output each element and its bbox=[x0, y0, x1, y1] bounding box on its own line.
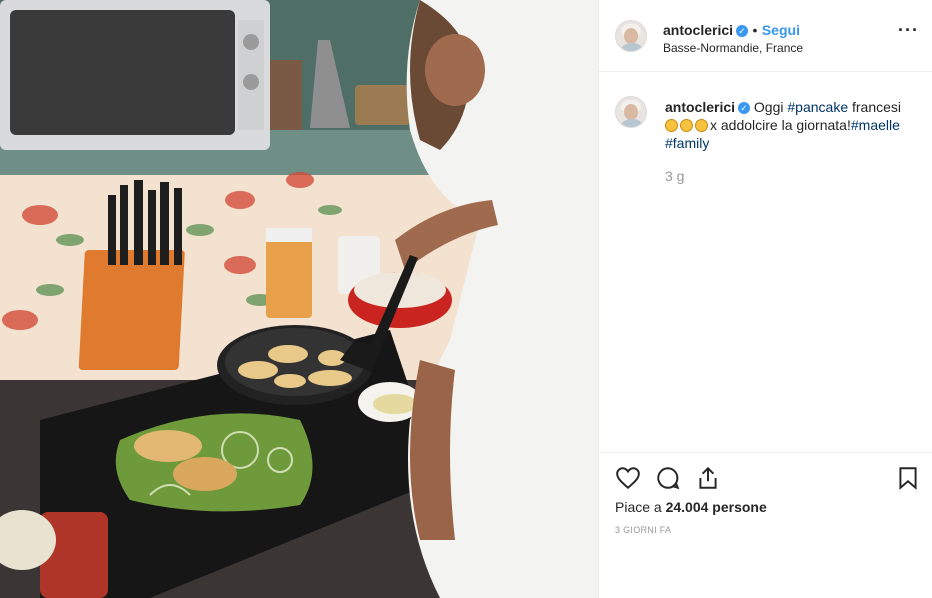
caption-text-3: x addolcire la giornata! bbox=[710, 117, 851, 133]
header-user-line: antoclerici ✓ • Segui bbox=[663, 22, 800, 40]
caption-text-2: francesi bbox=[848, 99, 902, 115]
follow-button[interactable]: Segui bbox=[762, 22, 800, 38]
verified-badge-icon: ✓ bbox=[738, 102, 751, 115]
verified-badge-icon: ✓ bbox=[736, 24, 749, 37]
avatar[interactable] bbox=[615, 20, 647, 52]
caption: antoclerici ✓ Oggi #pancake francesi x ad… bbox=[665, 98, 915, 152]
caption-username[interactable]: antoclerici bbox=[665, 99, 735, 115]
more-options-icon[interactable]: ··· bbox=[898, 20, 919, 41]
likes-prefix: Piace a bbox=[615, 499, 666, 515]
likes-count[interactable]: Piace a 24.004 persone bbox=[615, 499, 767, 515]
laughing-emoji-icon bbox=[695, 119, 708, 132]
dot-separator: • bbox=[752, 22, 758, 38]
kitchen-photo bbox=[0, 0, 598, 598]
post-date: 3 GIORNI FA bbox=[615, 525, 672, 535]
share-icon[interactable] bbox=[695, 465, 721, 491]
post-header: antoclerici ✓ • Segui Basse-Normandie, Fr… bbox=[599, 0, 932, 72]
caption-avatar[interactable] bbox=[615, 96, 647, 128]
laughing-emoji-icon bbox=[665, 119, 678, 132]
post-side-panel: antoclerici ✓ • Segui Basse-Normandie, Fr… bbox=[598, 0, 932, 598]
hashtag-family[interactable]: #family bbox=[665, 135, 709, 151]
likes-number: 24.004 bbox=[665, 499, 709, 515]
hashtag-maelle[interactable]: #maelle bbox=[851, 117, 900, 133]
hashtag-pancake[interactable]: #pancake bbox=[787, 99, 848, 115]
comment-icon[interactable] bbox=[655, 465, 681, 491]
username-link[interactable]: antoclerici bbox=[663, 22, 733, 38]
location-link[interactable]: Basse-Normandie, France bbox=[663, 41, 803, 55]
caption-text-1: Oggi bbox=[753, 99, 788, 115]
likes-suffix: persone bbox=[708, 499, 767, 515]
post-photo[interactable] bbox=[0, 0, 598, 598]
caption-time[interactable]: 3 g bbox=[665, 168, 684, 184]
bookmark-icon[interactable] bbox=[895, 465, 921, 491]
heart-icon[interactable] bbox=[615, 465, 641, 491]
action-bar bbox=[599, 452, 932, 490]
laughing-emoji-icon bbox=[680, 119, 693, 132]
